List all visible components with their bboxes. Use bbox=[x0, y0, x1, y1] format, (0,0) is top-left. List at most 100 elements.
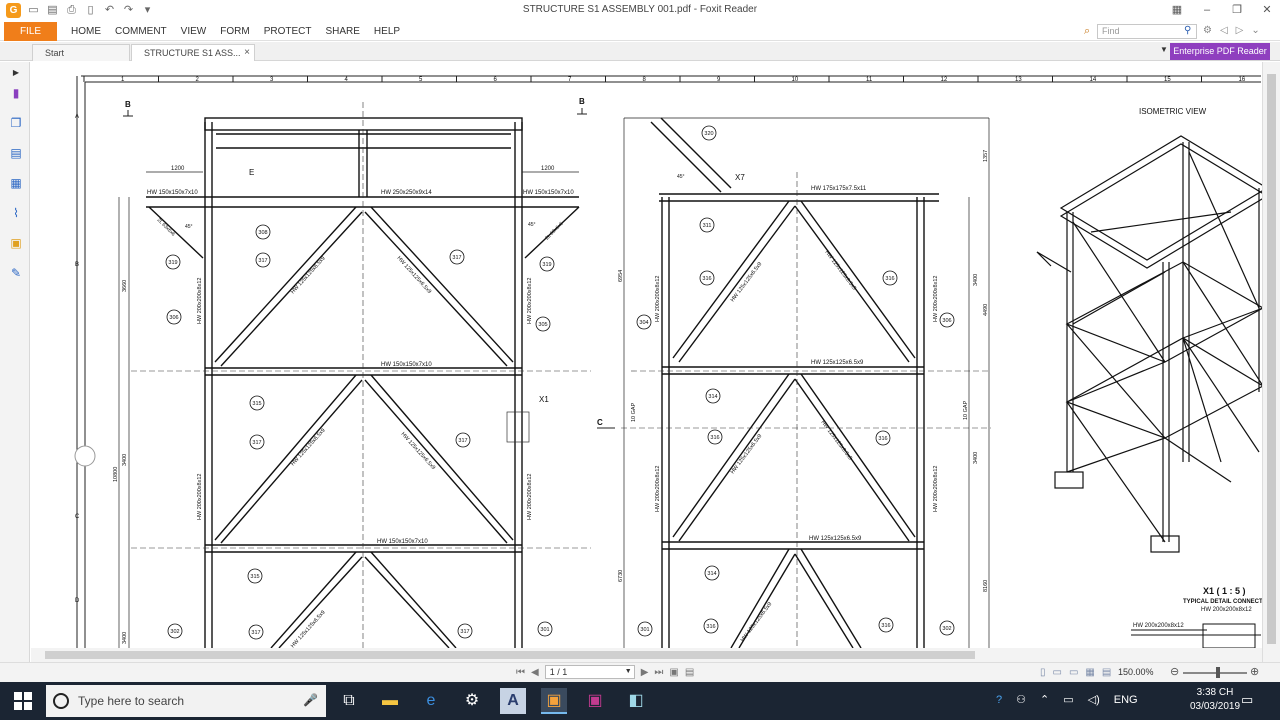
tab-document[interactable]: STRUCTURE S1 ASS... × bbox=[131, 44, 255, 61]
part-mark-label: 302 bbox=[942, 626, 951, 632]
brace-label-4: HW 125x125x6.5x9 bbox=[400, 431, 437, 471]
comments-icon[interactable]: ▦ bbox=[9, 176, 23, 190]
part-mark-label: 317 bbox=[258, 258, 267, 264]
tab-close-icon[interactable]: × bbox=[244, 45, 250, 61]
battery-icon[interactable]: ▭ bbox=[1063, 693, 1073, 706]
volume-icon[interactable]: ◁) bbox=[1088, 693, 1100, 706]
menu-share[interactable]: SHARE bbox=[318, 22, 366, 41]
attachment-icon[interactable]: ⌇ bbox=[9, 206, 23, 220]
part-mark-label: 316 bbox=[881, 623, 890, 629]
angle-right: 2L 63x6x6 bbox=[544, 221, 565, 242]
first-page-icon[interactable]: ⏮ bbox=[516, 667, 525, 678]
zoom-level[interactable]: 150.00% bbox=[1118, 667, 1154, 677]
zoom-slider-knob[interactable] bbox=[1216, 667, 1220, 678]
part-mark-label: 317 bbox=[460, 629, 469, 635]
fit-page-icon[interactable]: ▣ bbox=[669, 667, 678, 678]
close-icon[interactable]: ✕ bbox=[1260, 2, 1274, 18]
dropdown-arrow-icon[interactable]: ▼ bbox=[1160, 45, 1168, 54]
column-number: 11 bbox=[866, 77, 873, 83]
people-icon[interactable]: ⚇ bbox=[1016, 693, 1026, 706]
part-mark-label: 308 bbox=[258, 230, 267, 236]
signature-icon[interactable]: ✎ bbox=[9, 266, 23, 280]
deg-left: 45° bbox=[185, 224, 193, 230]
taskbar-search[interactable]: Type here to search 🎤 bbox=[46, 685, 326, 717]
document-view[interactable]: 1 2 3 4 5 6 7 8 9 10 11 12 13 14 15 16 A B C D B B C bbox=[31, 62, 1271, 648]
view-mode-icons: ▯ ▭ ▭ ▦ ▤ bbox=[1040, 667, 1111, 678]
isometric-title: ISOMETRIC VIEW bbox=[1139, 107, 1207, 116]
task-view-icon[interactable]: ⧉ bbox=[336, 688, 362, 714]
prev-page-icon[interactable]: ◀ bbox=[531, 667, 539, 678]
language-indicator[interactable]: ENG bbox=[1114, 694, 1138, 706]
autocad-icon[interactable]: A bbox=[500, 688, 526, 714]
settings-icon[interactable]: ⚙ bbox=[1203, 25, 1212, 36]
zoom-in-icon[interactable]: ⊕ bbox=[1250, 665, 1259, 678]
fit-width-icon[interactable]: ▤ bbox=[685, 667, 694, 678]
windows-start-icon[interactable] bbox=[14, 692, 32, 710]
bookmark-icon[interactable]: ▮ bbox=[9, 86, 23, 100]
page-dropdown-icon[interactable]: ▼ bbox=[625, 666, 632, 678]
presentation-icon[interactable]: ▣ bbox=[582, 688, 608, 714]
right-frame-structure bbox=[650, 117, 939, 648]
collapse-icon[interactable]: ⌄ bbox=[1251, 25, 1259, 36]
punch-hole bbox=[74, 445, 96, 467]
horizontal-scrollbar[interactable] bbox=[31, 648, 1262, 662]
menu-help[interactable]: HELP bbox=[367, 22, 407, 41]
window-controls: ▦ – ❐ ✕ bbox=[1170, 2, 1274, 18]
tray-expand-icon[interactable]: ⌃ bbox=[1040, 693, 1049, 706]
settings-gear-icon[interactable]: ⚙ bbox=[459, 688, 485, 714]
back-icon[interactable]: ◁ bbox=[1220, 25, 1228, 36]
pages-icon[interactable]: ❐ bbox=[9, 116, 23, 130]
menu-comment[interactable]: COMMENT bbox=[108, 22, 174, 41]
edge-icon[interactable]: e bbox=[418, 688, 444, 714]
grid-icon[interactable]: ▦ bbox=[1170, 2, 1184, 18]
layers-icon[interactable]: ▤ bbox=[9, 146, 23, 160]
part-mark-label: 316 bbox=[702, 276, 711, 282]
menu-view[interactable]: VIEW bbox=[174, 22, 214, 41]
security-lock-icon[interactable]: ▣ bbox=[9, 236, 23, 250]
next-page-icon[interactable]: ▶ bbox=[641, 667, 649, 678]
page-number-input[interactable]: 1 / 1 ▼ bbox=[544, 665, 635, 679]
expand-panel-icon[interactable]: ▶ bbox=[9, 66, 23, 80]
dim-8160: 8160 bbox=[983, 580, 989, 592]
file-explorer-icon[interactable]: ▬ bbox=[377, 688, 403, 714]
dim-1200-right: 1200 bbox=[541, 166, 555, 172]
facing-icon[interactable]: ▭ bbox=[1069, 667, 1078, 678]
file-menu[interactable]: FILE bbox=[4, 22, 57, 41]
find-options-icon[interactable]: ⌕ bbox=[1084, 25, 1090, 38]
deg-right-frame: 45° bbox=[677, 174, 685, 180]
minimize-icon[interactable]: – bbox=[1200, 2, 1214, 18]
menu-home[interactable]: HOME bbox=[64, 22, 108, 41]
foxit-taskbar-icon[interactable]: ▣ bbox=[541, 688, 567, 714]
row-letter-d: D bbox=[75, 598, 80, 604]
zoom-slider[interactable] bbox=[1183, 672, 1247, 674]
vertical-scrollbar[interactable] bbox=[1262, 62, 1280, 662]
zoom-out-icon[interactable]: ⊖ bbox=[1170, 665, 1179, 678]
find-input[interactable]: Find bbox=[1097, 24, 1197, 39]
continuous-icon[interactable]: ▭ bbox=[1053, 667, 1062, 678]
column-label-4: HW 200x200x8x12 bbox=[527, 474, 533, 520]
horizontal-scroll-thumb[interactable] bbox=[45, 651, 975, 659]
restore-icon[interactable]: ❐ bbox=[1230, 2, 1244, 18]
forward-icon[interactable]: ▷ bbox=[1236, 25, 1244, 36]
column-number: 16 bbox=[1239, 77, 1246, 83]
vertical-scroll-thumb[interactable] bbox=[1267, 74, 1276, 644]
microphone-icon[interactable]: 🎤 bbox=[303, 693, 318, 707]
beam-mid-right-frame: HW 125x125x6.5x9 bbox=[811, 360, 864, 366]
column-r-4: HW 200x200x8x12 bbox=[933, 466, 939, 512]
dim-3400-r: 3400 bbox=[973, 274, 979, 286]
notification-icon[interactable]: ▭ bbox=[1241, 692, 1253, 708]
help-icon[interactable]: ? bbox=[996, 694, 1002, 706]
dim-1200-left: 1200 bbox=[171, 166, 185, 172]
menu-protect[interactable]: PROTECT bbox=[257, 22, 319, 41]
split-icon[interactable]: ▤ bbox=[1102, 667, 1111, 678]
menu-form[interactable]: FORM bbox=[213, 22, 256, 41]
search-icon[interactable]: ⚲ bbox=[1184, 25, 1191, 36]
taskbar-clock[interactable]: 3:38 CH 03/03/2019 bbox=[1188, 686, 1242, 714]
dim-3400: 3400 bbox=[122, 454, 128, 466]
last-page-icon[interactable]: ⏭ bbox=[654, 667, 663, 678]
single-page-icon[interactable]: ▯ bbox=[1040, 667, 1046, 678]
continuous-facing-icon[interactable]: ▦ bbox=[1085, 667, 1094, 678]
enterprise-button[interactable]: Enterprise PDF Reader bbox=[1170, 43, 1270, 60]
tab-start[interactable]: Start bbox=[32, 44, 130, 61]
document-app-icon[interactable]: ◧ bbox=[623, 688, 649, 714]
